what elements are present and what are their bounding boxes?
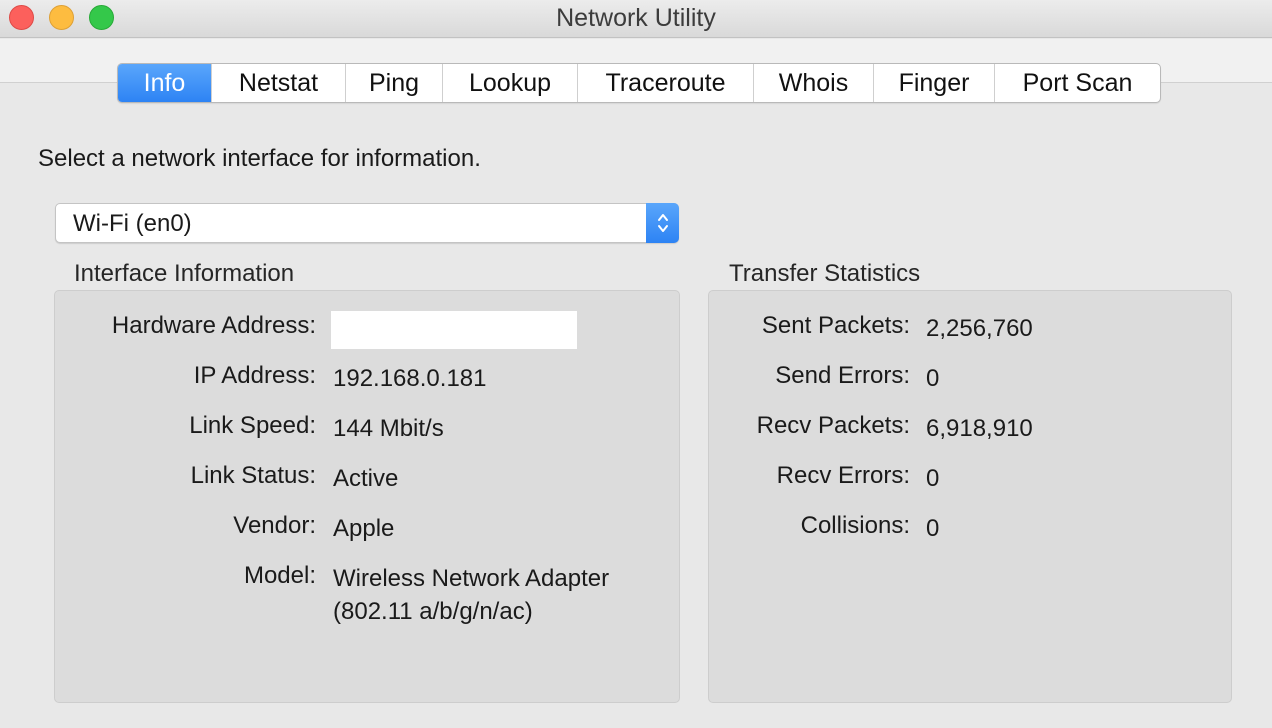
- title-bar: Network Utility: [0, 0, 1272, 38]
- send-errors-label: Send Errors:: [775, 362, 910, 389]
- model-label: Model:: [243, 562, 316, 589]
- interface-prompt: Select a network interface for informati…: [38, 145, 481, 172]
- network-interface-selected-value: Wi-Fi (en0): [73, 210, 192, 237]
- collisions-label: Collisions:: [800, 512, 910, 539]
- link-speed-value: 144 Mbit/s: [333, 415, 444, 442]
- model-value-line2: (802.11 a/b/g/n/ac): [333, 598, 533, 625]
- link-status-value: Active: [333, 465, 399, 492]
- recv-errors-label: Recv Errors:: [776, 462, 910, 489]
- interface-information-box: [54, 290, 680, 703]
- sent-packets-value: 2,256,760: [926, 315, 1033, 342]
- updown-chevron-icon: [646, 203, 679, 243]
- tab-info[interactable]: Info: [118, 64, 211, 102]
- recv-packets-value: 6,918,910: [926, 415, 1033, 442]
- link-status-label: Link Status:: [190, 462, 316, 489]
- ip-address-label: IP Address:: [193, 362, 316, 389]
- recv-errors-value: 0: [926, 465, 940, 492]
- interface-information-title: Interface Information: [74, 260, 295, 287]
- tab-lookup[interactable]: Lookup: [442, 64, 577, 102]
- vendor-label: Vendor:: [233, 512, 316, 539]
- tab-ping[interactable]: Ping: [345, 64, 442, 102]
- recv-packets-label: Recv Packets:: [756, 412, 910, 439]
- hardware-address-field[interactable]: [331, 311, 577, 349]
- transfer-statistics-box: [708, 290, 1232, 703]
- tab-port-scan[interactable]: Port Scan: [994, 64, 1160, 102]
- transfer-statistics-title: Transfer Statistics: [729, 260, 921, 287]
- hardware-address-label: Hardware Address:: [111, 312, 316, 339]
- send-errors-value: 0: [926, 365, 940, 392]
- link-speed-label: Link Speed:: [189, 412, 316, 439]
- collisions-value: 0: [926, 515, 940, 542]
- tab-whois[interactable]: Whois: [753, 64, 873, 102]
- vendor-value: Apple: [333, 515, 395, 542]
- tab-bar: Info Netstat Ping Lookup Traceroute Whoi…: [117, 63, 1161, 103]
- window-title: Network Utility: [556, 4, 716, 32]
- model-value-line1: Wireless Network Adapter: [333, 565, 610, 592]
- network-interface-select[interactable]: Wi-Fi (en0): [55, 203, 679, 243]
- tab-netstat[interactable]: Netstat: [211, 64, 345, 102]
- sent-packets-label: Sent Packets:: [761, 312, 910, 339]
- tab-finger[interactable]: Finger: [873, 64, 994, 102]
- tab-traceroute[interactable]: Traceroute: [577, 64, 753, 102]
- ip-address-value: 192.168.0.181: [333, 365, 487, 392]
